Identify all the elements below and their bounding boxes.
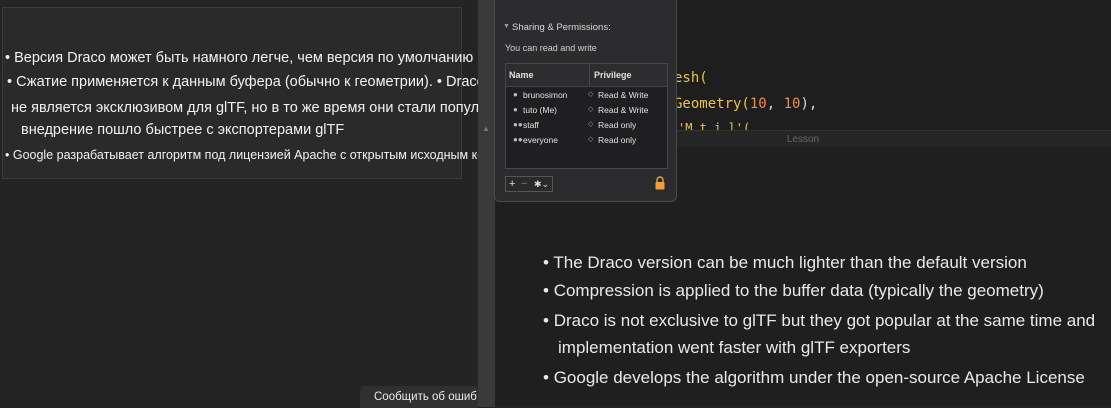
permission-row[interactable]: ●● everyone ◇ Read only <box>506 134 667 147</box>
code-line-2: Geometry(10, 10), <box>674 96 817 112</box>
column-name[interactable]: Name <box>509 70 534 80</box>
slide-bullet: • Google develops the algorithm under th… <box>543 368 1085 387</box>
user-icon: ● <box>513 90 518 99</box>
user-name: staff <box>523 120 539 130</box>
code-sep: ), <box>800 96 818 112</box>
file-info-panel: ▼ Sharing & Permissions: You can read an… <box>494 0 677 202</box>
code-line-1: esh( <box>674 70 708 86</box>
permission-row[interactable]: ●● staff ◇ Read only <box>506 119 667 132</box>
disclosure-triangle-icon[interactable]: ▼ <box>503 23 510 30</box>
stepper-icon[interactable]: ◇ <box>588 105 593 113</box>
stepper-icon[interactable]: ◇ <box>588 90 593 98</box>
permissions-table: Name Privilege ● brunosimon ◇ Read & Wri… <box>505 63 668 169</box>
translation-box: • Версия Draco может быть намного легче,… <box>2 7 548 179</box>
action-menu-button[interactable]: ✱⌄ <box>534 177 549 191</box>
code-fn: Geometry( <box>674 96 750 112</box>
translation-line: • Версия Draco может быть намного легче,… <box>5 50 474 66</box>
user-icon: ● <box>513 105 518 114</box>
stepper-icon[interactable]: ◇ <box>588 120 593 128</box>
slide-bullet-continuation: implementation went faster with glTF exp… <box>558 338 911 357</box>
permission-note: You can read and write <box>505 43 597 53</box>
translation-pane: • Версия Draco может быть намного легче,… <box>0 0 548 408</box>
user-name: brunosimon <box>523 90 568 100</box>
privilege-value[interactable]: Read & Write <box>598 105 648 115</box>
user-name: everyone <box>523 135 558 145</box>
permission-row[interactable]: ● tuto (Me) ◇ Read & Write <box>506 104 667 117</box>
slide-bullet: • The Draco version can be much lighter … <box>543 253 1027 272</box>
translation-line: • Сжатие применяется к данным буфера (об… <box>7 74 485 90</box>
privilege-value[interactable]: Read only <box>598 135 636 145</box>
user-name: tuto (Me) <box>523 105 558 115</box>
drag-handle-icon[interactable]: ▲ <box>482 124 490 133</box>
add-button[interactable]: + <box>509 177 515 191</box>
stepper-icon[interactable]: ◇ <box>588 135 593 143</box>
code-num: 10 <box>749 96 767 112</box>
lock-icon[interactable] <box>655 176 665 190</box>
permissions-toolbar: + − ✱⌄ <box>505 176 553 192</box>
code-num: 10 <box>783 96 801 112</box>
translation-line: • Google разрабатывает алгоритм под лице… <box>5 148 511 162</box>
column-privilege[interactable]: Privilege <box>594 70 632 80</box>
code-sep: , <box>766 96 784 112</box>
remove-button[interactable]: − <box>521 177 527 191</box>
column-divider <box>589 64 590 86</box>
pane-divider[interactable]: ▲ <box>478 0 495 407</box>
slide-bullet: • Draco is not exclusive to glTF but the… <box>543 311 1096 330</box>
sharing-permissions-title[interactable]: Sharing & Permissions: <box>512 22 611 33</box>
privilege-value[interactable]: Read only <box>598 120 636 130</box>
permissions-header: Name Privilege <box>506 64 667 87</box>
code-line-3: 'M t i l'( <box>678 121 751 130</box>
privilege-value[interactable]: Read & Write <box>598 90 648 100</box>
translation-line: внедрение пошло быстрее с экспортерами g… <box>21 122 345 138</box>
group-icon: ●● <box>513 135 523 144</box>
translation-line: не является эксклюзивом для glTF, но в т… <box>11 100 548 116</box>
group-icon: ●● <box>513 120 523 129</box>
report-error-button[interactable]: Сообщить об ошиб <box>360 386 478 408</box>
permission-row[interactable]: ● brunosimon ◇ Read & Write <box>506 89 667 102</box>
slide-bullet: • Compression is applied to the buffer d… <box>543 281 1044 300</box>
